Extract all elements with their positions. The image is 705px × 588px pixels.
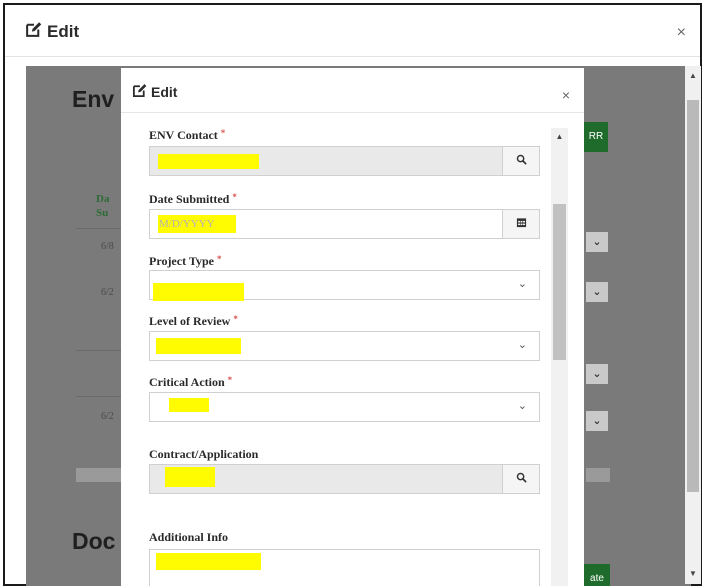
project-type-label: Project Type * [149,254,221,269]
required-marker: * [233,314,238,324]
inner-dialog-title-text: Edit [151,84,178,100]
redaction-highlight [169,398,209,412]
background-divider [76,228,126,229]
chevron-down-icon: ⌄ [586,411,608,431]
scroll-up-arrow-icon[interactable]: ▲ [685,68,701,84]
level-of-review-label: Level of Review * [149,314,238,329]
background-divider [76,350,126,351]
inner-dialog-title: Edit [132,83,177,101]
outer-scrollbar-thumb[interactable] [687,100,699,492]
date-submitted-label: Date Submitted * [149,192,237,207]
date-picker-button[interactable] [502,210,539,238]
contract-application-label-text: Contract/Application [149,447,259,461]
outer-dialog-title: Edit [25,21,79,43]
redaction-highlight [153,283,244,301]
outer-close-icon[interactable]: × [677,25,686,41]
chevron-down-icon: ⌄ [517,278,527,290]
additional-info-label: Additional Info [149,530,228,545]
scroll-down-arrow-icon[interactable]: ▼ [685,566,701,582]
inner-close-icon[interactable]: × [562,88,570,102]
chevron-down-icon: ⌄ [586,232,608,252]
required-marker: * [227,375,233,385]
chevron-down-icon: ⌄ [517,400,527,412]
outer-dialog-title-text: Edit [47,22,80,41]
contract-application-search-button[interactable] [502,465,539,493]
background-column-su: Su [96,207,109,219]
inner-vertical-scrollbar[interactable]: ▲ [551,128,568,586]
background-divider [76,396,126,397]
redaction-highlight [156,553,261,570]
critical-action-label-text: Critical Action [149,375,225,389]
search-icon [516,470,527,488]
outer-vertical-scrollbar[interactable]: ▲ ▼ [685,66,701,584]
background-heading-top: Env [72,86,115,112]
required-marker: * [220,128,226,138]
date-submitted-label-text: Date Submitted [149,192,230,206]
chevron-down-icon: ⌄ [517,339,527,351]
redaction-highlight [158,154,259,169]
critical-action-label: Critical Action * [149,375,232,390]
env-contact-label-text: ENV Contact [149,128,218,142]
date-submitted-placeholder: M/D/YYYY [159,218,215,230]
background-hscrollbar-right [586,468,610,482]
chevron-down-icon: ⌄ [586,282,608,302]
required-marker: * [216,254,222,264]
inner-scrollbar-thumb[interactable] [553,204,566,360]
background-bottom-button: ate [584,564,610,586]
additional-info-label-text: Additional Info [149,530,229,544]
project-type-label-text: Project Type [149,254,214,268]
env-contact-search-button[interactable] [502,147,539,175]
redaction-highlight [165,467,215,487]
search-icon [516,152,527,170]
level-of-review-label-text: Level of Review [149,314,231,328]
redaction-highlight [156,338,241,354]
chevron-down-icon: ⌄ [586,364,608,384]
date-submitted-field[interactable]: M/D/YYYY [149,209,540,239]
contract-application-label: Contract/Application [149,447,258,462]
background-row-date-3: 6/2 [101,411,114,422]
outer-dialog-header: Edit × [5,5,700,57]
background-hscrollbar [76,468,126,482]
critical-action-select[interactable]: ⌄ [149,392,540,422]
additional-info-textarea[interactable] [149,549,540,586]
background-row-date-2: 6/2 [101,287,114,298]
project-type-select[interactable]: ⌄ [149,270,540,301]
inner-dialog-header: Edit × [121,68,584,113]
scroll-up-arrow-icon[interactable]: ▲ [551,130,568,144]
edit-icon [132,83,147,101]
background-heading-bottom: Doc [72,528,116,554]
inner-edit-dialog: Edit × ▲ ENV Contact * Date Submitted * M/… [121,68,584,586]
edit-icon [25,21,42,43]
required-marker: * [232,192,237,202]
env-contact-field[interactable] [149,146,540,176]
background-green-button: RR [584,122,608,152]
background-row-date-1: 6/8 [101,241,114,252]
env-contact-label: ENV Contact * [149,128,225,143]
calendar-icon [516,215,527,233]
contract-application-field[interactable] [149,464,540,494]
background-column-da: Da [96,193,110,205]
level-of-review-select[interactable]: ⌄ [149,331,540,361]
